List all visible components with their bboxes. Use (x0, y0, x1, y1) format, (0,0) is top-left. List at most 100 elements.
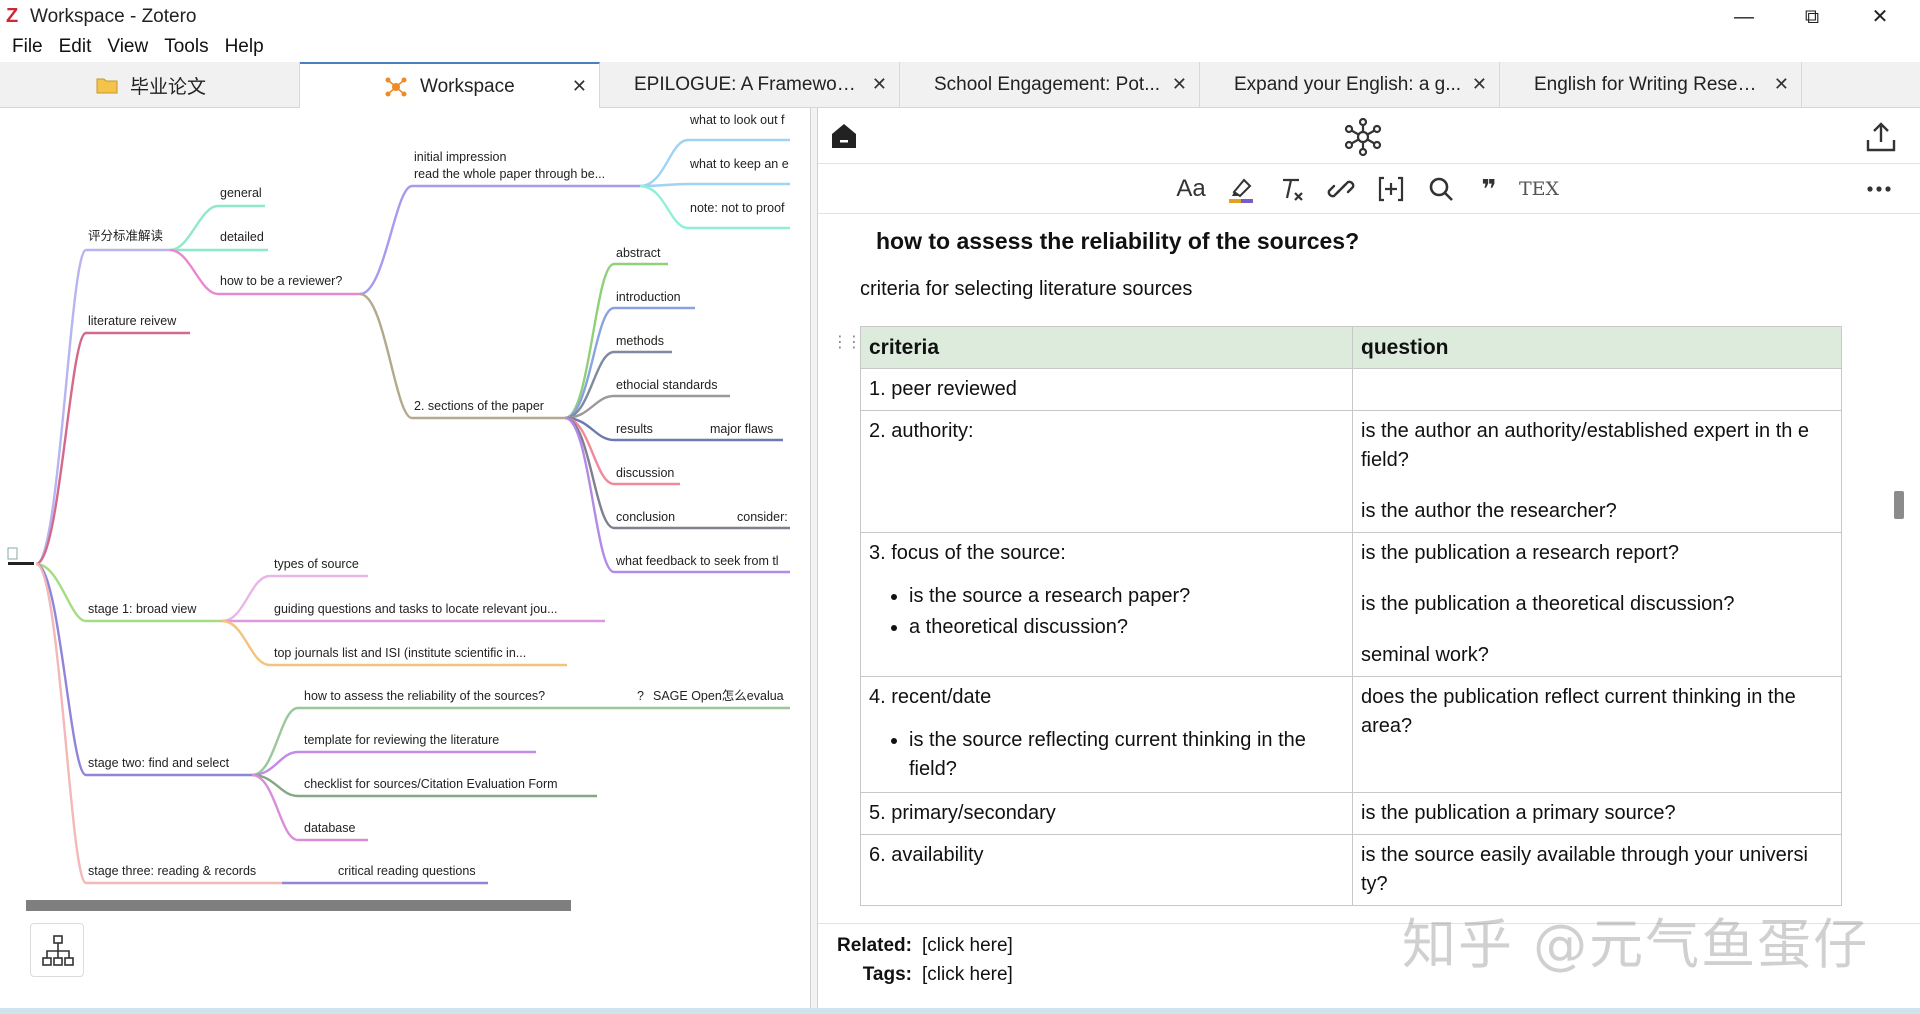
mindmap-node[interactable]: initial impression (414, 150, 506, 164)
menu-help[interactable]: Help (219, 34, 270, 62)
mindmap-node[interactable]: consider: (737, 510, 788, 524)
close-tab-icon[interactable]: ✕ (872, 74, 887, 95)
table-cell[interactable]: 5. primary/secondary (860, 792, 1353, 835)
mindmap-canvas[interactable]: 评分标准解读 general detailed how to be a revi… (0, 108, 810, 898)
tab-workspace[interactable]: Workspace ✕ (300, 62, 600, 109)
table-cell[interactable]: 1. peer reviewed (860, 368, 1353, 411)
export-button[interactable] (1862, 118, 1900, 156)
mindmap-node[interactable]: what to look out f (689, 113, 785, 127)
mindmap-node[interactable]: conclusion (616, 510, 675, 524)
mindmap-node[interactable]: major flaws (710, 422, 773, 436)
table-cell[interactable]: is the source easily available through y… (1352, 834, 1842, 906)
close-tab-icon[interactable]: ✕ (1774, 74, 1789, 95)
menu-edit[interactable]: Edit (53, 34, 98, 62)
table-cell[interactable]: 4. recent/date is the source reflecting … (860, 676, 1353, 793)
mindmap-node[interactable]: 评分标准解读 (88, 229, 163, 243)
tab-library[interactable]: 毕业论文 (0, 62, 300, 108)
question-text: is the publication a primary source? (1361, 802, 1676, 824)
outline-view-button[interactable] (30, 923, 84, 977)
question-text: does the publication reflect current thi… (1361, 686, 1796, 737)
mindmap-node[interactable]: results (616, 422, 653, 436)
quote-button[interactable]: ❞ (1472, 172, 1506, 206)
close-tab-icon[interactable]: ✕ (1172, 74, 1187, 95)
home-button[interactable] (828, 120, 860, 152)
clear-format-button[interactable] (1274, 172, 1308, 206)
mindmap-node[interactable]: guiding questions and tasks to locate re… (274, 602, 558, 616)
list-item: is the source reflecting current thinkin… (909, 726, 1344, 784)
menu-view[interactable]: View (101, 34, 154, 62)
mindmap-node[interactable]: abstract (616, 246, 661, 260)
mindmap-node[interactable]: SAGE Open怎么evalua (653, 688, 784, 703)
related-link[interactable]: [click here] (922, 935, 1013, 956)
mindmap-node[interactable]: introduction (616, 290, 681, 304)
mindmap-node[interactable]: how to assess the reliability of the sou… (304, 689, 545, 703)
mindmap-node[interactable]: database (304, 821, 355, 835)
drag-handle-icon[interactable]: ⋮⋮ (832, 332, 862, 352)
pane-splitter[interactable] (810, 108, 818, 1014)
table-cell[interactable]: is the publication a primary source? (1352, 792, 1842, 835)
menu-file[interactable]: File (6, 34, 49, 62)
table-cell[interactable]: is the author an authority/established e… (1352, 410, 1842, 533)
table-row: 3. focus of the source: is the source a … (860, 532, 1842, 677)
text-format-button[interactable]: Aa (1174, 172, 1208, 206)
mindmap-node[interactable]: critical reading questions (338, 864, 476, 878)
more-options-button[interactable] (1862, 172, 1896, 206)
link-button[interactable] (1324, 172, 1358, 206)
vertical-scrollbar[interactable] (1894, 491, 1904, 519)
tab-expand-english[interactable]: Expand your English: a g... ✕ (1200, 62, 1500, 108)
mindmap-pane[interactable]: 评分标准解读 general detailed how to be a revi… (0, 108, 810, 1014)
mindmap-node[interactable]: top journals list and ISI (institute sci… (274, 646, 526, 660)
tags-link[interactable]: [click here] (922, 964, 1013, 985)
horizontal-scrollbar[interactable] (26, 900, 571, 911)
mindmap-node[interactable]: template for reviewing the literature (304, 733, 499, 747)
ellipsis-icon (1867, 186, 1891, 192)
criteria-text: 2. authority: (869, 420, 974, 442)
mindmap-node[interactable]: what feedback to seek from tl (615, 554, 779, 568)
mindmap-view-button[interactable] (1342, 116, 1384, 158)
mindmap-node[interactable]: stage three: reading & records (88, 864, 256, 878)
math-button[interactable]: TEX (1514, 172, 1564, 206)
minimize-button[interactable]: — (1716, 2, 1772, 32)
close-tab-icon[interactable]: ✕ (572, 76, 587, 97)
mindmap-node[interactable]: stage two: find and select (88, 756, 230, 770)
mindmap-node[interactable]: methods (616, 334, 664, 348)
table-cell[interactable]: 3. focus of the source: is the source a … (860, 532, 1353, 677)
note-heading: how to assess the reliability of the sou… (876, 228, 1360, 254)
table-cell[interactable] (1352, 368, 1842, 411)
tab-school-engagement[interactable]: School Engagement: Pot... ✕ (900, 62, 1200, 108)
tab-epilogue[interactable]: EPILOGUE: A Framework ... ✕ (600, 62, 900, 108)
mindmap-node[interactable]: ethocial standards (616, 378, 717, 392)
menu-tools[interactable]: Tools (158, 34, 214, 62)
mindmap-node[interactable]: detailed (220, 230, 264, 244)
mindmap-node[interactable]: 2. sections of the paper (414, 399, 544, 413)
mindmap-node[interactable]: read the whole paper through be... (414, 167, 605, 181)
restore-button[interactable]: ⧉ (1784, 2, 1840, 32)
question-text: seminal work? (1361, 644, 1489, 666)
table-cell[interactable]: is the publication a research report? is… (1352, 532, 1842, 677)
tab-english-writing[interactable]: English for Writing Resea... ✕ (1500, 62, 1802, 108)
title-bar: Z Workspace - Zotero — ⧉ ✕ (0, 0, 1920, 34)
highlight-button[interactable] (1224, 172, 1258, 206)
table-cell[interactable]: 2. authority: (860, 410, 1353, 533)
table-row: 1. peer reviewed (860, 368, 1842, 411)
mindmap-node[interactable]: literature reivew (88, 314, 177, 328)
mindmap-node[interactable]: discussion (616, 466, 674, 480)
table-cell[interactable]: does the publication reflect current thi… (1352, 676, 1842, 793)
close-button[interactable]: ✕ (1852, 2, 1908, 32)
mindmap-node[interactable]: stage 1: broad view (88, 602, 197, 616)
close-tab-icon[interactable]: ✕ (1472, 74, 1487, 95)
tags-row[interactable]: Tags: [click here] (818, 964, 1013, 986)
insert-citation-button[interactable] (1374, 172, 1408, 206)
mindmap-node[interactable]: checklist for sources/Citation Evaluatio… (304, 777, 558, 791)
find-button[interactable] (1424, 172, 1458, 206)
mindmap-node[interactable]: note: not to proof (690, 201, 785, 215)
table-cell[interactable]: 6. availability (860, 834, 1353, 906)
mindmap-node[interactable]: how to be a reviewer? (220, 274, 342, 288)
mindmap-node[interactable]: general (220, 186, 262, 200)
mindmap-node[interactable]: what to keep an e (689, 157, 789, 171)
table-header: question (1352, 326, 1842, 369)
criteria-table[interactable]: criteria question 1. peer reviewed 2. au… (860, 326, 1842, 906)
mindmap-node[interactable]: types of source (274, 557, 359, 571)
related-row[interactable]: Related: [click here] (818, 935, 1013, 957)
note-body[interactable]: how to assess the reliability of the sou… (818, 215, 1920, 923)
